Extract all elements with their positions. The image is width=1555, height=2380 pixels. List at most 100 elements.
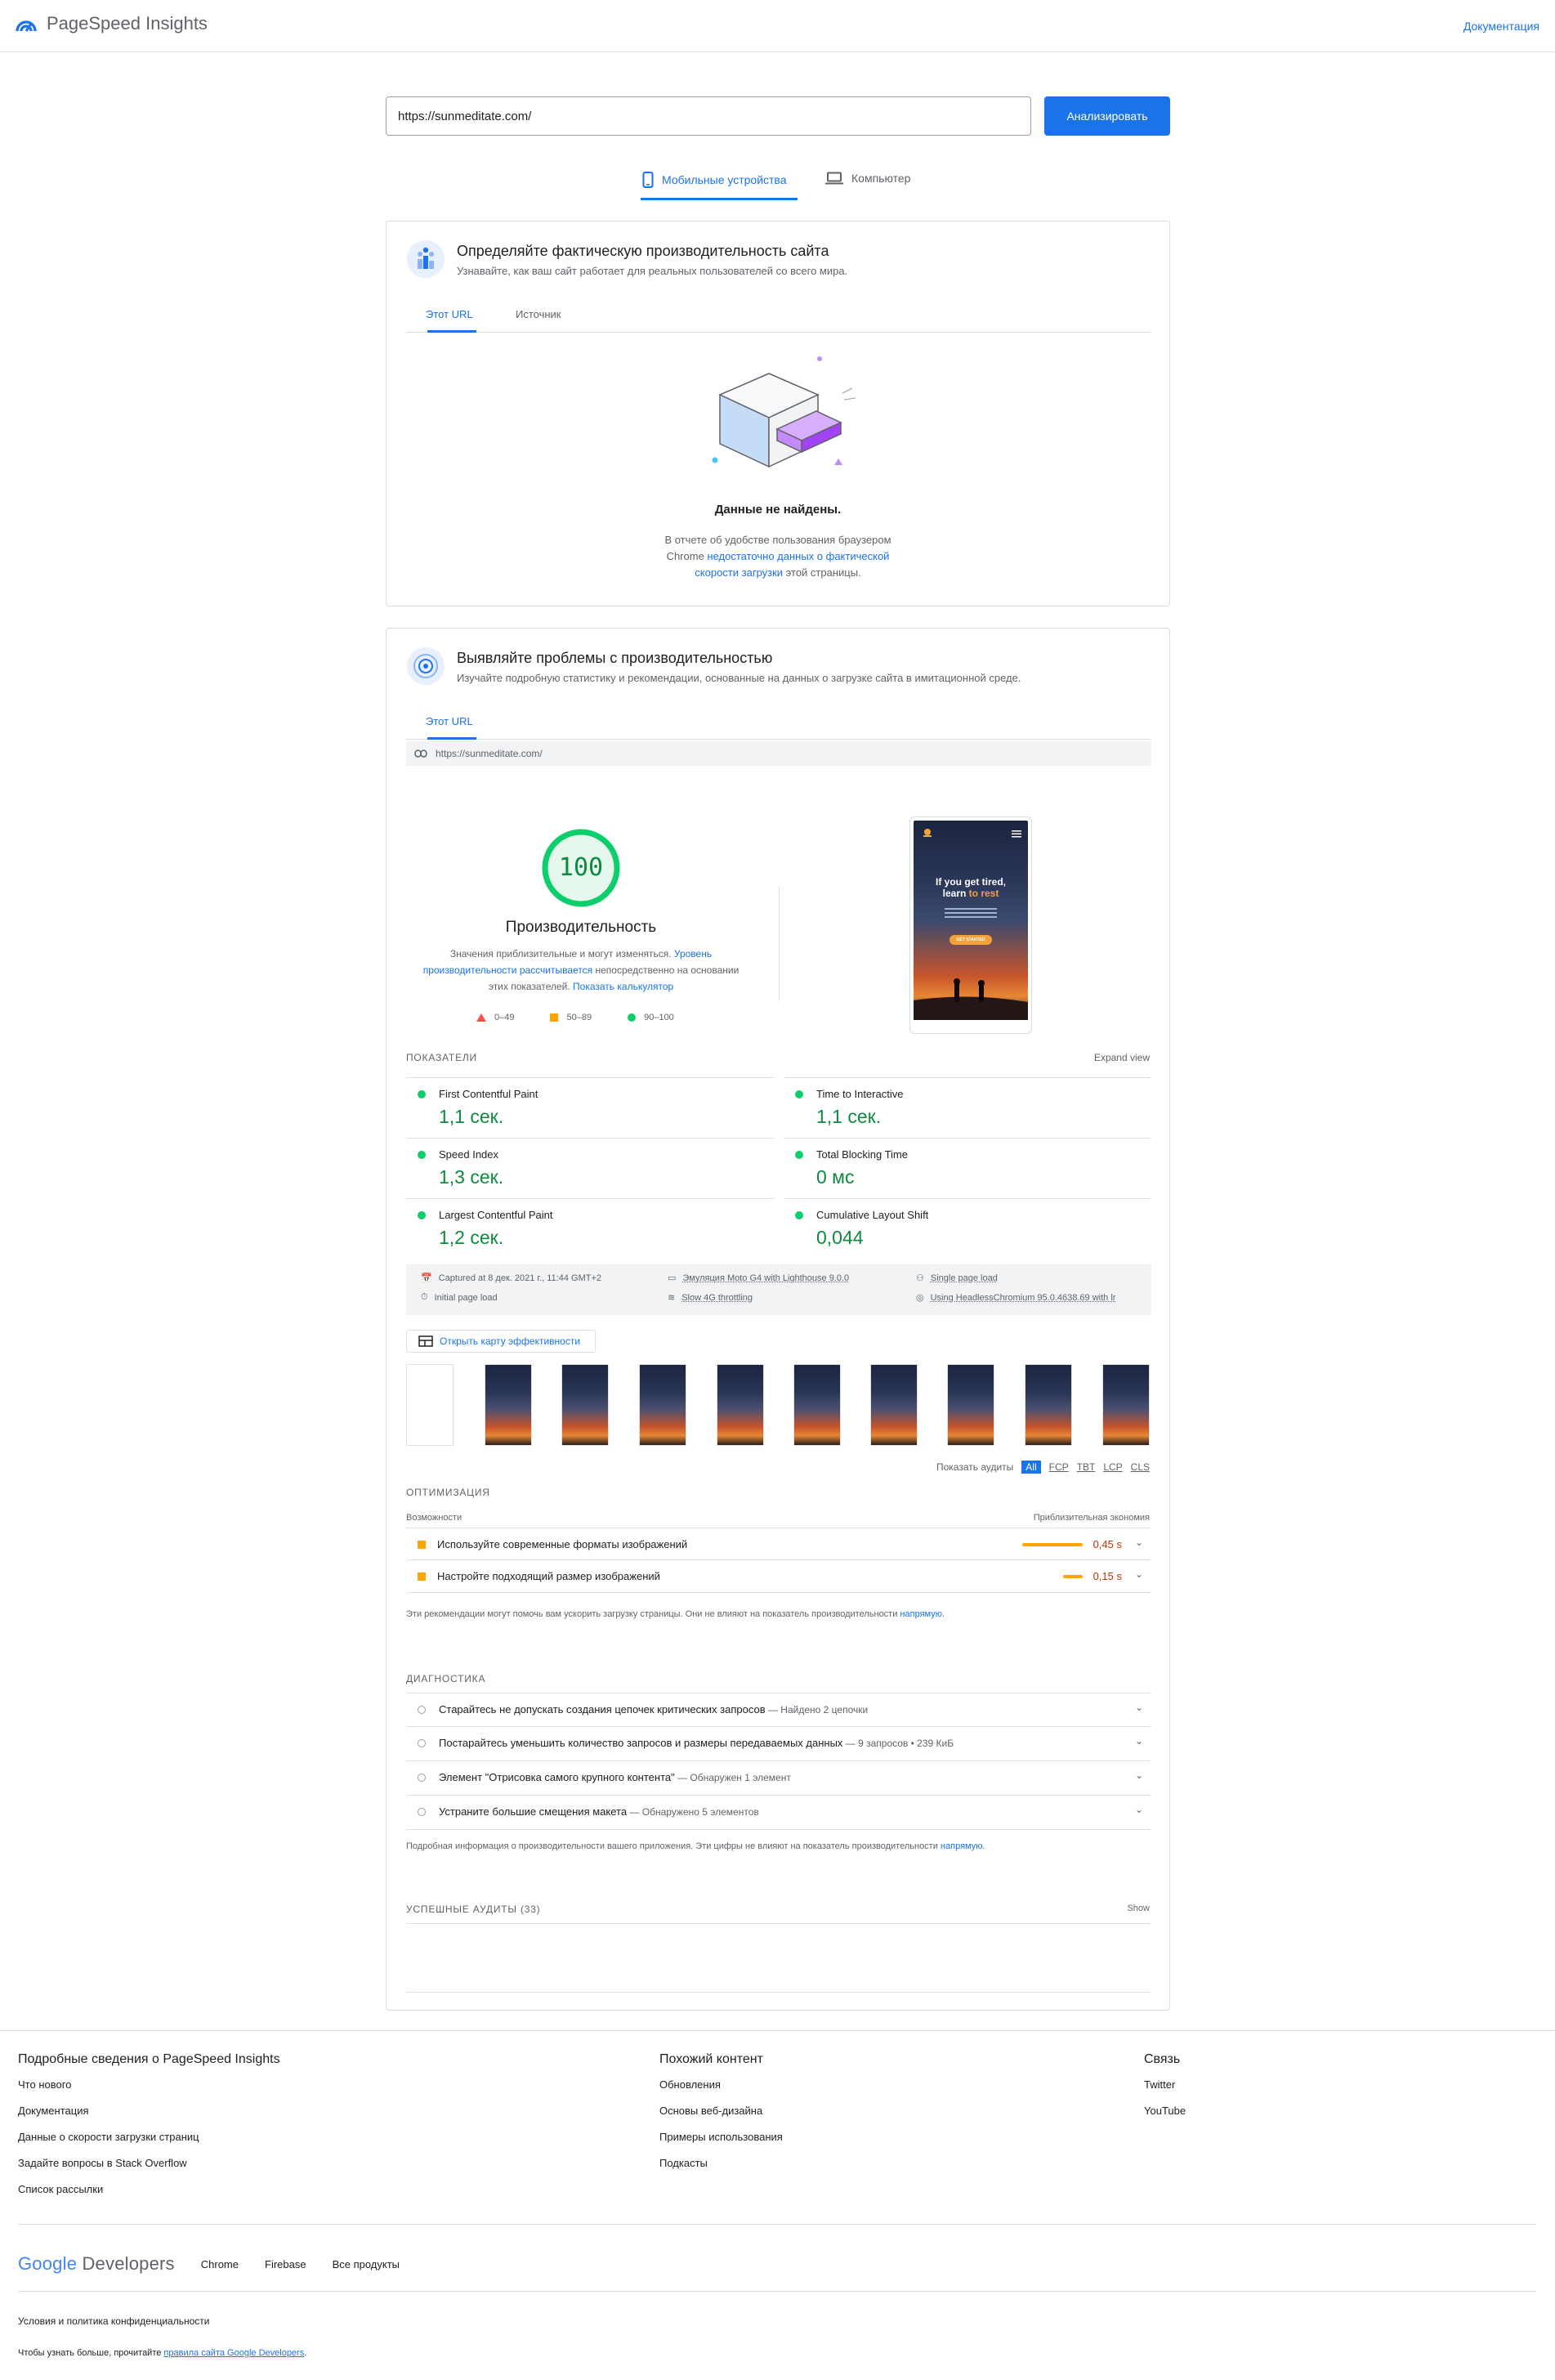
- filmstrip-frame: [793, 1364, 841, 1446]
- diagnostic-row[interactable]: Постарайтесь уменьшить количество запрос…: [406, 1727, 1151, 1761]
- tested-url: https://sunmeditate.com/: [436, 748, 543, 759]
- filmstrip-frame: [717, 1364, 764, 1446]
- diagnostic-row[interactable]: Старайтесь не допускать создания цепочек…: [406, 1693, 1151, 1727]
- directly-link[interactable]: напрямую: [941, 1841, 983, 1851]
- footer-link[interactable]: Подкасты: [659, 2157, 783, 2169]
- info-throttling[interactable]: ≋ Slow 4G throttling: [668, 1292, 753, 1304]
- diagnostics-note-end: .: [982, 1841, 985, 1851]
- field-subtitle: Узнавайте, как ваш сайт работает для реа…: [457, 265, 848, 277]
- diagnostic-title: Постарайтесь уменьшить количество запрос…: [439, 1737, 843, 1749]
- savings-bar: [1022, 1543, 1083, 1546]
- footer-col-related: Похожий контент Обновления Основы веб-ди…: [659, 2052, 783, 2183]
- footer-link[interactable]: Twitter: [1144, 2078, 1186, 2091]
- filter-cls[interactable]: CLS: [1131, 1461, 1150, 1473]
- pass-dot: [418, 1151, 426, 1159]
- footer-link[interactable]: YouTube: [1144, 2105, 1186, 2117]
- field-data-card: Определяйте фактическую производительнос…: [386, 221, 1170, 606]
- performance-label: Производительность: [505, 919, 657, 936]
- footer-link[interactable]: Задайте вопросы в Stack Overflow: [18, 2157, 280, 2169]
- filter-tbt[interactable]: TBT: [1077, 1461, 1096, 1473]
- calculator-link[interactable]: Показать калькулятор: [573, 981, 673, 992]
- tab-this-url[interactable]: Этот URL: [426, 308, 473, 320]
- field-header: Определяйте фактическую производительнос…: [406, 239, 847, 279]
- info-circle-icon: [418, 1774, 426, 1782]
- optimization-label: ОПТИМИЗАЦИЯ: [406, 1487, 490, 1498]
- diagnostic-row[interactable]: Устраните большие смещения макета — Обна…: [406, 1796, 1151, 1830]
- site-policies-end: .: [304, 2348, 307, 2358]
- analyze-button[interactable]: Анализировать: [1044, 96, 1170, 136]
- url-input[interactable]: https://sunmeditate.com/: [386, 96, 1031, 136]
- filmstrip-frame: [406, 1364, 454, 1446]
- footer-link[interactable]: Обновления: [659, 2078, 783, 2091]
- filter-all[interactable]: All: [1021, 1461, 1041, 1474]
- chevron-down-icon: ⌄: [1134, 1568, 1143, 1580]
- terms-link[interactable]: Условия и политика конфиденциальности: [18, 2315, 209, 2327]
- info-emulation[interactable]: ▭ Эмуляция Moto G4 with Lighthouse 9.0.0: [668, 1273, 849, 1284]
- lab-tab-this-url[interactable]: Этот URL: [426, 715, 473, 727]
- perf-desc-link-1[interactable]: Уровень: [674, 948, 712, 960]
- diagnostic-detail: — Найдено 2 цепочки: [765, 1704, 869, 1716]
- treemap-button[interactable]: Открыть карту эффективности: [406, 1330, 596, 1353]
- info-single[interactable]: ⚇ Single page load: [916, 1273, 998, 1284]
- screenshot-subtext: [945, 906, 997, 920]
- footer-link[interactable]: Что нового: [18, 2078, 280, 2091]
- footer-link[interactable]: Данные о скорости загрузки страниц: [18, 2131, 280, 2143]
- diagnostic-row[interactable]: Элемент "Отрисовка самого крупного конте…: [406, 1761, 1151, 1796]
- timer-icon: ⏱: [421, 1292, 428, 1302]
- diagnostic-detail: — Обнаружено 5 элементов: [627, 1806, 759, 1818]
- no-data-line-2-pre: Chrome: [666, 550, 708, 562]
- savings-value: 0,15 s: [1093, 1570, 1122, 1582]
- opportunity-row[interactable]: Настройте подходящий размер изображений …: [406, 1560, 1151, 1593]
- tab-origin[interactable]: Источник: [516, 308, 561, 320]
- info-browser[interactable]: ◎ Using HeadlessChromium 95.0.4638.69 wit…: [916, 1292, 1146, 1304]
- site-policies-link[interactable]: правила сайта Google Developers: [163, 2348, 304, 2358]
- google-developers-logo[interactable]: Google Developers: [18, 2253, 175, 2275]
- metric-lcp: Largest Contentful Paint 1,2 сек.: [406, 1198, 774, 1259]
- triangle-icon: [476, 1013, 486, 1022]
- calendar-icon: 📅: [421, 1273, 432, 1283]
- divider: [779, 887, 780, 1001]
- treemap-label: Открыть карту эффективности: [440, 1335, 581, 1347]
- docs-link[interactable]: Документация: [1463, 20, 1539, 33]
- opportunity-row[interactable]: Используйте современные форматы изображе…: [406, 1528, 1151, 1560]
- info-circle-icon: [418, 1808, 426, 1816]
- optimization-note-end: .: [941, 1609, 945, 1619]
- directly-link[interactable]: напрямую: [900, 1609, 942, 1619]
- psi-logo-icon: [16, 20, 37, 32]
- filter-lcp[interactable]: LCP: [1103, 1461, 1122, 1473]
- product-link[interactable]: Все продукты: [333, 2258, 400, 2270]
- info-circle-icon: [418, 1739, 426, 1747]
- expand-view-toggle[interactable]: Expand view: [1094, 1052, 1150, 1063]
- audit-filter-label: Показать аудиты: [936, 1461, 1014, 1473]
- footer-link[interactable]: Список рассылки: [18, 2183, 280, 2195]
- filter-fcp[interactable]: FCP: [1049, 1461, 1069, 1473]
- legend-fail-label: 0–49: [494, 1013, 515, 1022]
- info-single-text: Single page load: [930, 1273, 998, 1283]
- top-header: PageSpeed Insights Документация: [0, 0, 1555, 52]
- product-link[interactable]: Firebase: [265, 2258, 306, 2270]
- show-passed-toggle[interactable]: Show: [1127, 1904, 1150, 1913]
- metric-name: Speed Index: [439, 1148, 499, 1161]
- optimization-note-text: Эти рекомендации могут помочь вам ускори…: [406, 1609, 900, 1619]
- footer-link[interactable]: Документация: [18, 2105, 280, 2117]
- link-icon: [414, 749, 427, 758]
- footer-link[interactable]: Основы веб-дизайна: [659, 2105, 783, 2117]
- diagnostic-title: Элемент "Отрисовка самого крупного конте…: [439, 1771, 675, 1783]
- runtime-settings: 📅 Captured at 8 дек. 2021 г., 11:44 GMT+2…: [406, 1264, 1151, 1315]
- no-data-line-1: В отчете об удобстве пользования браузер…: [664, 534, 891, 546]
- tab-mobile[interactable]: Мобильные устройства: [642, 172, 787, 188]
- empty-drawer-illustration: [712, 356, 856, 468]
- crux-link-part-2[interactable]: скорости загрузки: [695, 566, 783, 579]
- metric-value: 0,044: [816, 1227, 864, 1248]
- tab-desktop[interactable]: Компьютер: [825, 172, 910, 185]
- diagnostic-text: Старайтесь не допускать создания цепочек…: [439, 1703, 868, 1716]
- footer-link[interactable]: Примеры использования: [659, 2131, 783, 2143]
- savings-value: 0,45 s: [1093, 1538, 1122, 1550]
- footer: Подробные сведения о PageSpeed Insights …: [0, 2030, 1555, 2380]
- psi-logo[interactable]: PageSpeed Insights: [16, 13, 208, 34]
- chevron-down-icon: ⌄: [1134, 1735, 1143, 1747]
- crux-link-part-1[interactable]: недостаточно данных о фактической: [707, 550, 889, 562]
- divider: [406, 1923, 1151, 1924]
- perf-desc-link-2[interactable]: производительности рассчитывается: [423, 964, 592, 976]
- product-link[interactable]: Chrome: [201, 2258, 239, 2270]
